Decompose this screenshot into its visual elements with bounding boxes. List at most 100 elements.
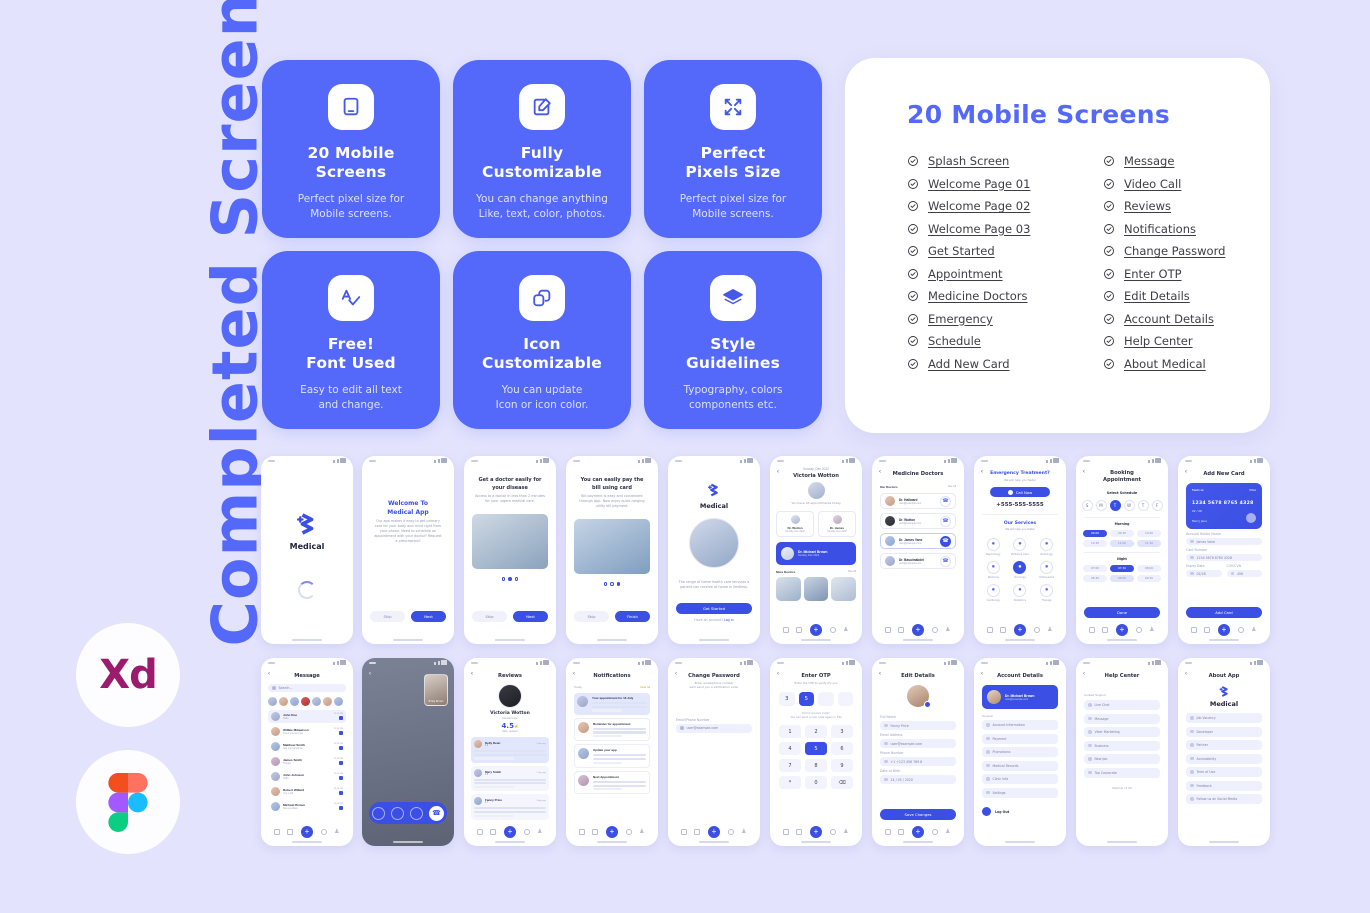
logout-row[interactable]: Log Out [974,801,1066,816]
nav-add-button[interactable]: + [503,826,516,838]
keypad-key[interactable]: 4 [779,742,801,756]
nav-home-icon[interactable] [782,627,789,633]
back-icon[interactable]: ‹ [981,671,983,677]
login-hint[interactable]: Have an account? Log in [676,618,752,622]
nav-home-icon[interactable] [1190,627,1197,633]
review-item[interactable]: Mary Smith 4.8 2 day ago [471,765,549,792]
menu-item[interactable]: Live Chat [1084,700,1160,710]
cvv-input[interactable]: 456 [1226,570,1262,577]
notification-item[interactable]: Update your app [574,744,650,768]
next-button[interactable]: Next [513,611,548,622]
day-option[interactable]: T [1137,500,1149,512]
nav-add-button[interactable]: + [911,826,924,838]
screen-list-item[interactable]: Medicine Doctors [907,289,1067,303]
nav-add-button[interactable]: + [809,624,822,636]
message-row[interactable]: Willkie Mikaelson There you are now 12:30 … [268,725,346,738]
account-user-card[interactable]: Dr. Michael Brown user@example.com [982,685,1058,709]
card-number-input[interactable]: 1234 5678 8765 4328 [1186,554,1262,561]
clear-all-link[interactable]: Clear all [640,685,650,689]
nav-profile-icon[interactable]: ♟ [945,829,951,835]
menu-item[interactable]: Business [1084,740,1160,751]
screen-list-item[interactable]: Message [1103,154,1263,168]
bottom-nav[interactable]: + ♟ [1076,624,1168,636]
notification-item[interactable]: Next Appointment [574,770,650,795]
back-icon[interactable]: ‹ [1185,671,1187,677]
screen-list-item[interactable]: Enter OTP [1103,267,1263,281]
otp-input-group[interactable]: 35 [770,692,862,707]
menu-item[interactable]: Developer [1186,726,1262,737]
nav-home-icon[interactable] [1088,627,1095,633]
review-item[interactable]: Kelly Dean 4.9 1 day ago [471,737,549,763]
bottom-nav[interactable]: + ♟ [770,826,862,838]
mockup-appointment[interactable]: ‹ Sunday, Dec 2022 Victoria Wotton You h… [770,456,862,644]
back-icon[interactable]: ‹ [981,469,983,475]
nav-notification-icon[interactable] [829,829,836,835]
time-slot[interactable]: 07:00 [1083,564,1107,572]
nav-add-button[interactable]: + [1115,624,1128,636]
menu-item[interactable]: Partner [1186,740,1262,750]
next-button[interactable]: Next [411,611,446,622]
nav-add-button[interactable]: + [300,826,313,838]
bottom-nav[interactable]: + ♟ [974,624,1066,636]
menu-item[interactable]: Account Information [982,720,1058,730]
day-option[interactable]: M [1095,500,1107,512]
nav-calendar-icon[interactable] [898,829,905,835]
done-button[interactable]: Done [1084,607,1160,618]
bottom-nav[interactable]: + ♟ [872,624,964,636]
menu-item[interactable]: Clinic Info [982,774,1058,784]
keypad-key[interactable]: 8 [805,759,827,773]
screen-list-item[interactable]: Splash Screen [907,154,1067,168]
time-slot[interactable]: 08:00 [1137,564,1161,572]
mockup-account-details[interactable]: ‹ Account Details Dr. Michael Brown user… [974,658,1066,846]
edit-avatar-icon[interactable] [924,701,931,708]
mockup-welcome-page-03[interactable]: You can easily pay the bill using card Bi… [566,456,658,644]
doctor-row[interactable]: Dr. James Vane user@example.com ☎ [880,533,956,549]
back-icon[interactable]: ‹ [369,671,371,677]
nav-profile-icon[interactable]: ♟ [945,627,951,633]
nav-add-button[interactable]: + [911,624,924,636]
bottom-nav[interactable]: + ♟ [770,624,862,636]
doctor-photo[interactable] [776,576,801,601]
nav-home-icon[interactable] [884,627,891,633]
nav-calendar-icon[interactable] [1204,627,1211,633]
bottom-nav[interactable]: + ♟ [566,826,658,838]
nav-profile-icon[interactable]: ♟ [741,829,747,835]
day-option[interactable]: F [1151,500,1163,512]
service-item[interactable]: ● Orthopedics [1034,560,1059,579]
time-slot[interactable]: 09:00 [1110,574,1134,582]
service-item[interactable]: ● Cardiology [981,583,1006,602]
notification-item[interactable]: Reminder for appointment [574,717,650,742]
avatar[interactable] [290,697,299,706]
mute-icon[interactable] [372,806,385,820]
screen-list-item[interactable]: Video Call [1103,177,1263,191]
time-slot[interactable]: 09:30 [1137,574,1161,582]
dob-field[interactable]: 14 / 05 / 2020 [880,775,956,784]
call-icon[interactable]: ☎ [940,555,951,567]
finish-button[interactable]: Finish [615,611,650,622]
back-icon[interactable]: ‹ [573,671,575,677]
account-holder-input[interactable]: James Vane [1186,538,1262,545]
keypad-key[interactable]: * [779,776,801,790]
menu-item[interactable]: Top Corporate [1084,767,1160,778]
nav-profile-icon[interactable]: ♟ [843,627,849,633]
nav-calendar-icon[interactable] [796,829,803,835]
screen-list-item[interactable]: Help Center [1103,334,1263,348]
nav-notification-icon[interactable] [931,627,938,633]
back-icon[interactable]: ‹ [268,671,270,677]
nav-calendar-icon[interactable] [592,829,599,835]
nav-calendar-icon[interactable] [694,829,701,835]
avatar[interactable] [334,697,343,706]
mockup-get-started[interactable]: Medical The range of home health care se… [668,456,760,644]
screen-list-item[interactable]: Appointment [907,267,1067,281]
nav-home-icon[interactable] [986,627,993,633]
nav-home-icon[interactable] [476,829,483,835]
mockup-enter-otp[interactable]: ‹ Enter OTP Enter the OTP to verify it's… [770,658,862,846]
bottom-nav[interactable]: + ♟ [872,826,964,838]
time-slot[interactable]: 11:30 [1137,539,1161,547]
nav-calendar-icon[interactable] [287,829,294,835]
day-option[interactable]: T [1109,500,1121,512]
service-item[interactable]: ● Radiology [1034,537,1059,556]
nav-profile-icon[interactable]: ♟ [639,829,645,835]
service-item[interactable]: ● Palliative Care [1008,537,1033,556]
avatar[interactable] [312,697,321,706]
